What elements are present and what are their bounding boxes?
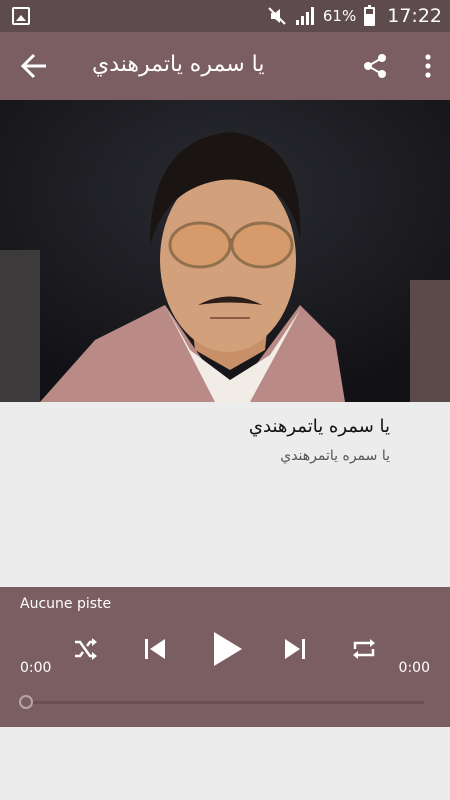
song-title: يا سمره ياتمرهندي bbox=[248, 416, 390, 437]
battery-percent: 61% bbox=[322, 7, 357, 25]
previous-button[interactable] bbox=[135, 631, 175, 667]
shuffle-icon bbox=[75, 638, 97, 660]
play-icon bbox=[214, 632, 242, 666]
player-controls: Aucune piste 0:00 0:00 bbox=[0, 587, 450, 727]
signal-icon bbox=[295, 7, 314, 25]
total-time: 0:00 bbox=[398, 660, 430, 676]
play-button[interactable] bbox=[207, 627, 247, 671]
gallery-notification-icon bbox=[12, 7, 30, 25]
shuffle-button[interactable] bbox=[65, 631, 105, 667]
track-info: يا سمره ياتمرهندي يا سمره ياتمرهندي bbox=[0, 402, 450, 587]
share-icon[interactable] bbox=[362, 53, 388, 79]
seek-bar[interactable] bbox=[26, 701, 424, 704]
toolbar-title: يا سمره ياتمرهندي bbox=[92, 52, 265, 77]
seek-thumb[interactable] bbox=[19, 695, 33, 709]
repeat-icon bbox=[353, 639, 375, 659]
mute-icon bbox=[268, 7, 286, 25]
battery-icon bbox=[364, 4, 376, 26]
more-options-icon[interactable] bbox=[424, 54, 432, 78]
song-artist: يا سمره ياتمرهندي bbox=[280, 448, 390, 464]
back-arrow-icon[interactable] bbox=[16, 50, 52, 82]
status-indicators: 61% 17:22 bbox=[267, 0, 442, 32]
skip-previous-icon bbox=[145, 639, 165, 659]
current-track-label: Aucune piste bbox=[20, 596, 112, 612]
clock: 17:22 bbox=[387, 5, 442, 27]
elapsed-time: 0:00 bbox=[20, 660, 52, 676]
app-toolbar: يا سمره ياتمرهندي bbox=[0, 32, 450, 100]
album-cover-image bbox=[0, 100, 450, 402]
next-button[interactable] bbox=[275, 631, 315, 667]
artist-photo bbox=[0, 100, 450, 402]
status-bar: 61% 17:22 bbox=[0, 0, 450, 32]
footer-area bbox=[0, 727, 450, 800]
skip-next-icon bbox=[285, 639, 305, 659]
repeat-button[interactable] bbox=[344, 631, 384, 667]
